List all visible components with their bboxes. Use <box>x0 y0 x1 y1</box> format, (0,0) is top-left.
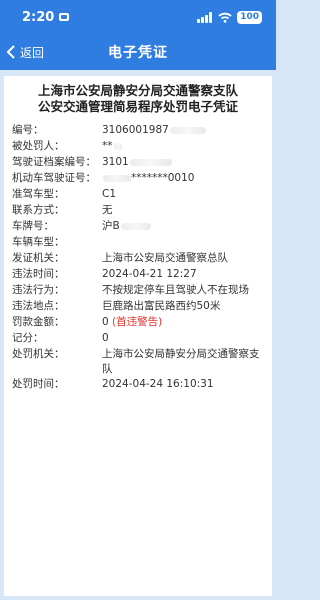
document-title-line1: 上海市公安局静安分局交通警察支队 <box>37 83 238 98</box>
row-contact: 联系方式： 无 <box>12 203 272 219</box>
moon-icon <box>59 13 70 21</box>
value-authority: 上海市公安局静安分局交通警察支队 <box>102 348 260 375</box>
row-archive: 驾驶证档案编号： 3101 <box>12 155 272 171</box>
nav-bar: 返回 电子凭证 <box>0 34 276 70</box>
redaction-mask <box>169 126 206 134</box>
document-title: 上海市公安局静安分局交通警察支队 公安交通管理简易程序处罚电子凭证 <box>4 76 272 115</box>
label-license: 机动车驾驶证号： <box>12 172 96 184</box>
value-violation-place: 巨鹿路出富民路西约50米 <box>102 300 221 312</box>
row-violation-act: 违法行为： 不按规定停车且驾驶人不在现场 <box>12 283 272 299</box>
first-offense-note: (首违警告) <box>112 316 163 328</box>
value-vehicle-type <box>102 235 268 251</box>
certificate-card: 上海市公安局静安分局交通警察支队 公安交通管理简易程序处罚电子凭证 编号： 31… <box>4 76 272 596</box>
label-violation-time: 违法时间： <box>12 268 65 280</box>
row-plate: 车牌号： 沪B <box>12 219 272 235</box>
status-icons: 100 <box>197 10 262 24</box>
label-fine: 罚款金额： <box>12 316 65 328</box>
row-fine: 罚款金额： 0 (首违警告) <box>12 315 272 331</box>
value-plate: 沪B <box>102 220 120 232</box>
back-chevron-icon <box>6 45 15 59</box>
label-penalty-time: 处罚时间： <box>12 378 65 390</box>
value-penalty-time: 2024-04-24 16:10:31 <box>102 378 214 390</box>
wifi-icon <box>218 12 232 23</box>
label-contact: 联系方式： <box>12 204 65 216</box>
label-issuer: 发证机关： <box>12 252 65 264</box>
row-license: 机动车驾驶证号： *******0010 <box>12 171 272 187</box>
label-plate: 车牌号： <box>12 220 54 232</box>
document-title-line2: 公安交通管理简易程序处罚电子凭证 <box>37 99 238 114</box>
row-authority: 处罚机关： 上海市公安局静安分局交通警察支队 <box>12 347 272 377</box>
value-contact: 无 <box>102 204 113 216</box>
redaction-mask <box>103 174 131 182</box>
label-points: 记分： <box>12 332 44 344</box>
status-time: 2:20 <box>22 10 70 25</box>
page-title: 电子凭证 <box>108 45 168 61</box>
row-number: 编号： 3106001987 <box>12 123 272 139</box>
value-vehicle-class: C1 <box>102 188 117 200</box>
value-issuer: 上海市公安局交通警察总队 <box>102 252 228 264</box>
label-violation-place: 违法地点： <box>12 300 65 312</box>
value-fine: 0 <box>102 316 109 328</box>
label-vehicle-type: 车辆车型： <box>12 236 65 248</box>
redaction-mask <box>113 142 122 150</box>
clock-text: 2:20 <box>22 9 55 25</box>
row-violation-place: 违法地点： 巨鹿路出富民路西约50米 <box>12 299 272 315</box>
value-number: 3106001987 <box>102 124 169 136</box>
row-violation-time: 违法时间： 2024-04-21 12:27 <box>12 267 272 283</box>
label-number: 编号： <box>12 124 44 136</box>
label-person: 被处罚人： <box>12 140 65 152</box>
label-archive: 驾驶证档案编号： <box>12 156 96 168</box>
row-vehicle-class: 准驾车型： C1 <box>12 187 272 203</box>
row-points: 记分： 0 <box>12 331 272 347</box>
value-person: ** <box>102 140 113 152</box>
signal-icon <box>197 11 213 23</box>
value-violation-time: 2024-04-21 12:27 <box>102 268 197 280</box>
value-license: *******0010 <box>131 172 195 184</box>
value-archive: 3101 <box>102 156 129 168</box>
label-authority: 处罚机关： <box>12 348 65 360</box>
label-vehicle-class: 准驾车型： <box>12 188 65 200</box>
row-vehicle-type: 车辆车型： <box>12 235 272 251</box>
value-violation-act: 不按规定停车且驾驶人不在现场 <box>102 284 249 296</box>
redaction-mask <box>129 158 172 166</box>
row-issuer: 发证机关： 上海市公安局交通警察总队 <box>12 251 272 267</box>
detail-rows: 编号： 3106001987 被处罚人： ** 驾驶证档案编号： 3101 机动… <box>4 123 272 393</box>
back-button[interactable]: 返回 <box>6 34 44 70</box>
redaction-mask <box>120 222 151 230</box>
battery-icon: 100 <box>237 10 262 24</box>
row-penalty-time: 处罚时间： 2024-04-24 16:10:31 <box>12 377 272 393</box>
value-points: 0 <box>102 332 109 344</box>
status-bar: 2:20 100 <box>0 0 276 34</box>
back-label: 返回 <box>20 45 45 60</box>
label-violation-act: 违法行为： <box>12 284 65 296</box>
row-person: 被处罚人： ** <box>12 139 272 155</box>
